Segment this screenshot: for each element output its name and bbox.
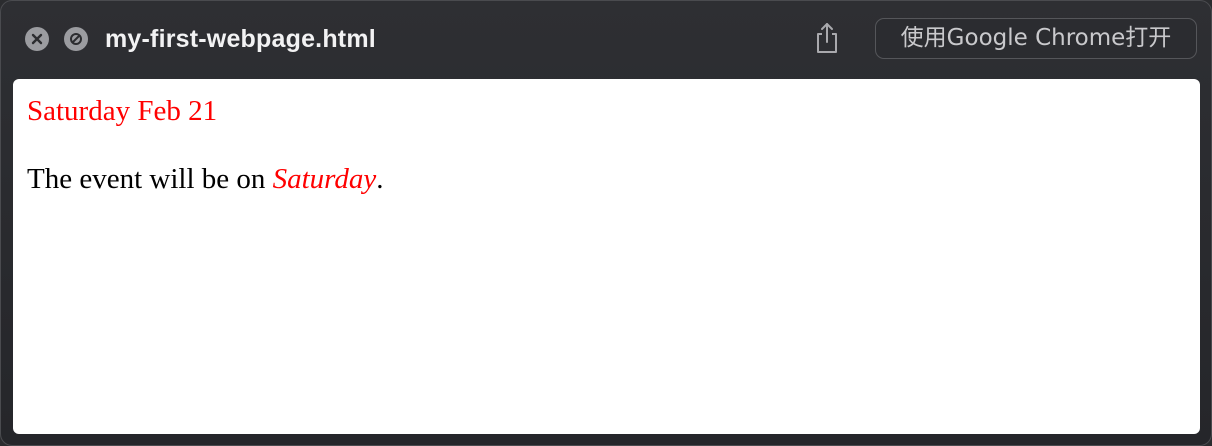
page-preview: Saturday Feb 21 The event will be on Sat… [13, 79, 1200, 434]
emphasized-day: Saturday [272, 163, 377, 195]
window-title: my-first-webpage.html [105, 25, 376, 53]
event-paragraph: The event will be on Saturday. [27, 161, 384, 197]
page-heading: Saturday Feb 21 [27, 95, 218, 127]
share-button[interactable] [813, 21, 841, 55]
paragraph-period: . [376, 163, 384, 195]
paragraph-text: The event will be on [27, 163, 273, 195]
quick-look-window: my-first-webpage.html 使用Google Chrome打开 … [0, 0, 1212, 446]
share-icon [817, 23, 837, 53]
block-button[interactable] [64, 27, 88, 51]
block-icon [70, 33, 82, 45]
open-with-chrome-button[interactable]: 使用Google Chrome打开 [875, 18, 1197, 59]
close-button[interactable] [25, 27, 49, 51]
title-bar: my-first-webpage.html 使用Google Chrome打开 [1, 1, 1211, 77]
close-icon [31, 33, 43, 45]
